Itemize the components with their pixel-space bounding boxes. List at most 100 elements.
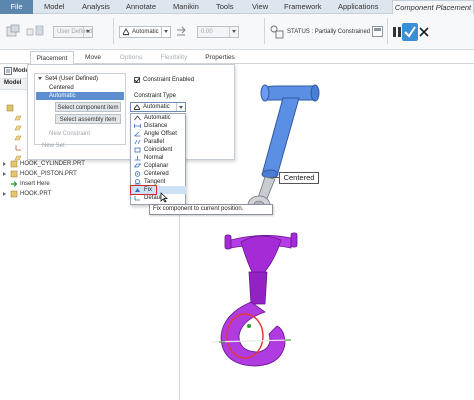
set-item-automatic[interactable]: Automatic bbox=[49, 92, 76, 100]
offset-input[interactable]: 0.00 bbox=[197, 26, 239, 38]
menu-model[interactable]: Model bbox=[44, 0, 64, 14]
normal-icon bbox=[134, 156, 141, 161]
part-icon bbox=[10, 170, 18, 178]
part-icon bbox=[10, 190, 18, 198]
tree-item-hook[interactable]: HOOK.PRT bbox=[20, 189, 51, 199]
assembly-icon bbox=[6, 104, 14, 112]
checkmark-icon bbox=[404, 26, 416, 38]
select-assembly-item-button[interactable]: Select assembly item bbox=[55, 114, 121, 124]
separator bbox=[113, 18, 114, 44]
new-set-link[interactable]: New Set bbox=[42, 143, 65, 149]
menu-file[interactable]: File bbox=[0, 0, 33, 14]
tree-item-insert-here[interactable]: Insert Here bbox=[20, 179, 50, 189]
collapse-arrow-icon[interactable] bbox=[37, 76, 43, 82]
option-centered[interactable]: Centered bbox=[131, 170, 186, 178]
chevron-down-icon bbox=[83, 27, 92, 37]
datum-plane-icon bbox=[14, 115, 22, 121]
constraint-enabled-label: Constraint Enabled bbox=[143, 77, 195, 83]
centered-icon bbox=[134, 171, 141, 177]
menu-framework[interactable]: Framework bbox=[284, 0, 322, 14]
tab-move[interactable]: Move bbox=[76, 51, 110, 64]
coordinate-system-icon bbox=[15, 145, 21, 151]
constraint-type-select[interactable]: Automatic bbox=[130, 102, 186, 112]
separator bbox=[387, 18, 388, 44]
new-constraint-link[interactable]: New Constraint bbox=[49, 131, 90, 137]
option-parallel[interactable]: Parallel bbox=[131, 138, 186, 146]
menu-bar: File Model Analysis Annotate Manikin Too… bbox=[0, 0, 474, 14]
expand-arrow-icon[interactable] bbox=[3, 162, 7, 166]
expand-arrow-icon[interactable] bbox=[3, 172, 7, 176]
show-dialog-icon[interactable] bbox=[372, 26, 383, 37]
option-coplanar[interactable]: Coplanar bbox=[131, 162, 186, 170]
label-leader-line bbox=[271, 177, 279, 178]
chevron-down-icon bbox=[229, 27, 238, 37]
tree-item-hook-piston[interactable]: HOOK_PISTON.PRT bbox=[20, 169, 77, 179]
expand-arrow-icon[interactable] bbox=[3, 192, 7, 196]
ok-button[interactable] bbox=[402, 23, 418, 41]
select-component-item-button[interactable]: Select component item bbox=[55, 102, 121, 112]
hook-cylinder-part[interactable] bbox=[260, 84, 320, 179]
menu-tools[interactable]: Tools bbox=[216, 0, 234, 14]
option-label: Parallel bbox=[144, 139, 165, 145]
option-distance[interactable]: Distance bbox=[131, 122, 186, 130]
fix-tooltip: Fix component to current position. bbox=[149, 204, 273, 215]
angle-offset-icon bbox=[134, 131, 141, 137]
connect-icon[interactable] bbox=[26, 24, 44, 38]
dashboard-ribbon: User Defined Automatic 0.00 STATUS : Par… bbox=[0, 14, 474, 50]
tab-options[interactable]: Options bbox=[112, 51, 150, 64]
chevron-down-icon bbox=[161, 27, 170, 37]
automatic-constraint-icon bbox=[122, 28, 130, 36]
set-item-centered[interactable]: Centered bbox=[49, 84, 74, 92]
option-angle-offset[interactable]: Angle Offset bbox=[131, 130, 186, 138]
checkmark-icon bbox=[134, 77, 140, 83]
fix-highlight-box bbox=[130, 185, 157, 195]
centered-label-tag[interactable]: Centered bbox=[279, 172, 319, 184]
dashboard-tabs: Placement Move Options Flexibility Prope… bbox=[0, 50, 474, 64]
insert-here-arrow-icon bbox=[11, 181, 18, 187]
constraint-select[interactable]: Automatic bbox=[119, 26, 171, 38]
option-coincident[interactable]: Coincident bbox=[131, 146, 186, 154]
option-label: Centered bbox=[144, 171, 169, 177]
mouse-cursor-icon bbox=[160, 192, 168, 203]
option-automatic[interactable]: Automatic bbox=[131, 114, 186, 122]
cancel-icon[interactable] bbox=[419, 27, 429, 37]
option-normal[interactable]: Normal bbox=[131, 154, 186, 162]
part-icon bbox=[10, 160, 18, 168]
constraint-status-icon bbox=[270, 25, 284, 39]
menu-annotate[interactable]: Annotate bbox=[126, 0, 156, 14]
option-label: Distance bbox=[144, 123, 168, 129]
option-label: Angle Offset bbox=[144, 131, 177, 137]
option-label: Normal bbox=[144, 155, 164, 161]
constraint-type-label: Constraint Type bbox=[134, 93, 176, 99]
coincident-icon bbox=[134, 147, 141, 153]
datum-plane-icon bbox=[14, 135, 22, 141]
tab-component-placement[interactable]: Component Placement bbox=[392, 0, 474, 14]
coplanar-icon bbox=[134, 163, 141, 168]
tab-placement[interactable]: Placement bbox=[30, 51, 74, 64]
constraint-set-list[interactable]: Set4 (User Defined) Centered Automatic S… bbox=[34, 73, 126, 145]
user-defined-select[interactable]: User Defined bbox=[53, 26, 93, 38]
automatic-icon bbox=[134, 115, 141, 121]
offset-value: 0.00 bbox=[201, 29, 213, 35]
datum-plane-icon bbox=[14, 125, 22, 131]
option-label: Coplanar bbox=[144, 163, 169, 169]
parallel-icon bbox=[134, 139, 141, 145]
flip-icon[interactable] bbox=[175, 26, 187, 38]
pause-icon[interactable] bbox=[392, 26, 402, 38]
set-title[interactable]: Set4 (User Defined) bbox=[45, 75, 98, 83]
distance-icon bbox=[134, 124, 141, 128]
automatic-constraint-icon bbox=[133, 104, 141, 110]
connection-dot bbox=[275, 173, 278, 176]
option-label: Coincident bbox=[144, 147, 173, 153]
tab-properties[interactable]: Properties bbox=[198, 51, 242, 64]
menu-analysis[interactable]: Analysis bbox=[82, 0, 110, 14]
assembly-icon[interactable] bbox=[6, 24, 20, 38]
menu-view[interactable]: View bbox=[252, 0, 268, 14]
hook-part[interactable] bbox=[210, 232, 298, 367]
menu-applications[interactable]: Applications bbox=[338, 0, 378, 14]
option-default[interactable]: Default bbox=[131, 194, 186, 202]
tab-flexibility[interactable]: Flexibility bbox=[152, 51, 196, 64]
menu-manikin[interactable]: Manikin bbox=[173, 0, 199, 14]
tree-item-hook-cylinder[interactable]: HOOK_CYLINDER.PRT bbox=[20, 159, 85, 169]
constraint-enabled-checkbox[interactable] bbox=[134, 77, 140, 83]
